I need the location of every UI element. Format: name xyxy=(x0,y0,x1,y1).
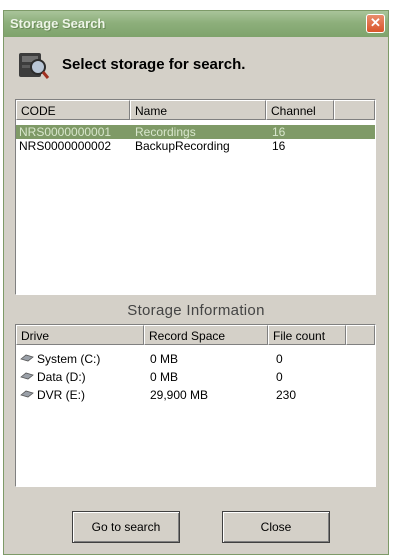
column-header-drive[interactable]: Drive xyxy=(16,325,144,345)
drive-icon xyxy=(20,354,34,362)
storage-list[interactable]: CODE Name Channel NRS0000000001 Recordin… xyxy=(15,99,376,295)
drive-row[interactable]: Data (D:) 0 MB 0 xyxy=(16,370,375,384)
storage-code: NRS0000000001 xyxy=(19,125,112,139)
column-header-filler xyxy=(346,325,375,345)
file-count: 0 xyxy=(276,370,283,384)
title-bar[interactable]: Storage Search ✕ xyxy=(4,11,388,37)
window-title: Storage Search xyxy=(10,16,106,31)
storage-list-header: CODE Name Channel xyxy=(16,100,375,120)
storage-name: Recordings xyxy=(135,125,196,139)
storage-code: NRS0000000002 xyxy=(19,139,112,153)
record-space: 29,900 MB xyxy=(150,388,209,402)
drive-name: DVR (E:) xyxy=(37,388,85,402)
storage-search-window: Storage Search ✕ Select storage for sear… xyxy=(3,10,389,555)
file-count: 230 xyxy=(276,388,297,402)
storage-row[interactable]: NRS0000000002 BackupRecording 16 xyxy=(16,139,375,153)
storage-name: BackupRecording xyxy=(135,139,230,153)
column-header-name[interactable]: Name xyxy=(130,100,266,120)
drive-name: Data (D:) xyxy=(37,370,86,384)
go-to-search-button[interactable]: Go to search xyxy=(72,511,180,543)
close-window-button[interactable]: ✕ xyxy=(366,14,385,33)
drive-icon xyxy=(20,372,34,380)
storage-information-title: Storage Information xyxy=(127,302,265,319)
drive-icon xyxy=(20,390,34,398)
storage-search-icon xyxy=(19,53,50,79)
record-space: 0 MB xyxy=(150,370,179,384)
storage-channel: 16 xyxy=(272,125,286,139)
storage-channel: 16 xyxy=(272,139,286,153)
storage-info-header: Drive Record Space File count xyxy=(16,325,375,345)
column-header-record-space[interactable]: Record Space xyxy=(144,325,268,345)
drive-name: System (C:) xyxy=(37,352,101,366)
drive-row[interactable]: DVR (E:) 29,900 MB 230 xyxy=(16,388,375,402)
record-space: 0 MB xyxy=(150,352,179,366)
column-header-filler xyxy=(334,100,375,120)
drive-row[interactable]: System (C:) 0 MB 0 xyxy=(16,352,375,366)
close-button[interactable]: Close xyxy=(222,511,330,543)
file-count: 0 xyxy=(276,352,283,366)
storage-row[interactable]: NRS0000000001 Recordings 16 xyxy=(16,125,375,139)
header-text: Select storage for search. xyxy=(62,56,246,73)
column-header-channel[interactable]: Channel xyxy=(266,100,334,120)
column-header-file-count[interactable]: File count xyxy=(268,325,346,345)
column-header-code[interactable]: CODE xyxy=(16,100,130,120)
storage-info-list[interactable]: Drive Record Space File count System (C:… xyxy=(15,324,376,487)
